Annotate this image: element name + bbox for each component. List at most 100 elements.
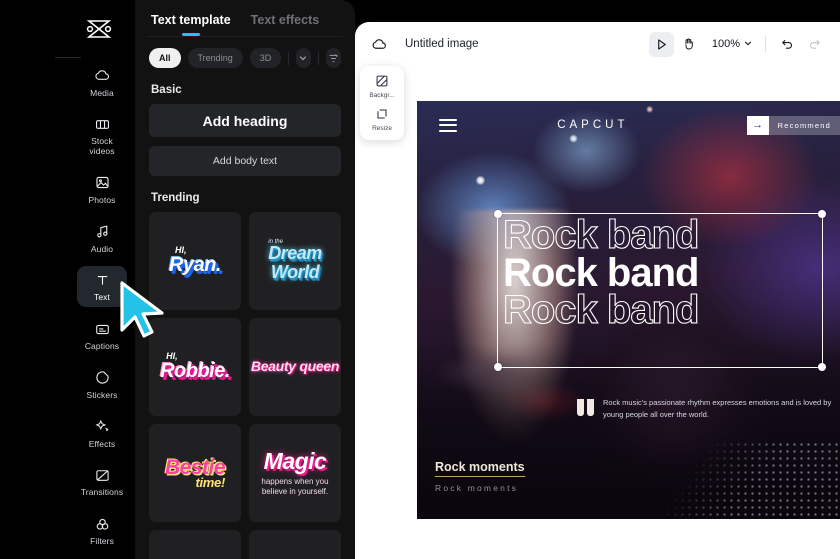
mouse-cursor (120, 281, 164, 338)
canvas-footer: Rock moments Rock moments (435, 458, 525, 493)
resize-handle-top-left[interactable] (494, 210, 502, 218)
cursor-arrow-icon[interactable] (648, 31, 674, 57)
sidebar-item-label: Audio (90, 243, 114, 254)
sidebar-item-label: Stock videos (89, 136, 115, 157)
footer-subtitle: Rock moments (435, 483, 519, 493)
toolbar-right-group: 100% (648, 31, 827, 57)
floating-canvas-tools: Backgr... Resize (360, 66, 404, 140)
selection-frame[interactable] (494, 210, 826, 371)
canvas-area: CAPCUT → Recommend Rock band Rock band R… (355, 66, 840, 559)
add-heading-button[interactable]: Add heading (149, 104, 341, 137)
template-text: Ryan. (169, 254, 221, 277)
zoom-control[interactable]: 100% (712, 35, 753, 53)
effects-sparkle-icon (93, 418, 111, 436)
recommend-cta[interactable]: → Recommend (746, 115, 840, 135)
zoom-value: 100% (711, 38, 740, 50)
arrow-right-icon: → (746, 115, 769, 135)
photos-icon (93, 174, 111, 192)
editor-toolbar: Untitled image 100% (355, 22, 840, 66)
template-card-bestie-time[interactable]: Bestie time! (149, 424, 241, 522)
sidebar-item-label: Stickers (86, 389, 118, 400)
template-text: Beauty queen (250, 357, 340, 374)
editor-pane: Untitled image 100% Backgr... Resize CAP… (355, 22, 840, 559)
sidebar-item-label: Captions (84, 341, 120, 352)
resize-handle-bottom-right[interactable] (818, 363, 826, 371)
template-grid: HI, Ryan. in the Dream World HI, Robbie. (135, 212, 355, 559)
chip-all[interactable]: All (149, 48, 181, 68)
rail-divider (55, 56, 81, 58)
chip-trending[interactable]: Trending (187, 48, 243, 68)
footer-title: Rock moments (435, 460, 525, 477)
chip-divider (318, 51, 319, 65)
design-canvas[interactable]: CAPCUT → Recommend Rock band Rock band R… (417, 101, 840, 519)
text-t-icon (93, 271, 111, 289)
sidebar-item-label: Photos (88, 194, 116, 205)
redo-arrow-icon[interactable] (802, 32, 827, 57)
filters-icon (93, 515, 111, 533)
canvas-brand: CAPCUT (557, 119, 629, 131)
quotation-mark-icon (577, 399, 594, 416)
stock-videos-icon (93, 115, 111, 133)
sidebar-item-stock-videos[interactable]: Stock videos (77, 110, 127, 161)
tab-text-template[interactable]: Text template (151, 13, 231, 36)
sidebar-item-effects[interactable]: Effects (77, 413, 127, 454)
halftone-dot-pattern (630, 441, 840, 519)
captions-icon (93, 320, 111, 338)
panel-tabs: Text template Text effects (135, 0, 355, 36)
sidebar-item-label: Effects (88, 438, 116, 449)
sidebar-item-transitions[interactable]: Transitions (77, 461, 127, 502)
capcut-logo-icon[interactable] (71, 8, 127, 51)
quote-text: Rock music's passionate rhythm expresses… (603, 398, 832, 419)
audio-note-icon (93, 223, 111, 241)
transitions-icon (93, 466, 111, 484)
sidebar-item-filters[interactable]: Filters (77, 510, 127, 551)
canvas-header: CAPCUT → Recommend (417, 101, 840, 149)
resize-handle-top-right[interactable] (818, 210, 826, 218)
hand-pan-icon[interactable] (677, 32, 702, 57)
undo-arrow-icon[interactable] (774, 32, 799, 57)
sidebar-item-label: Filters (90, 536, 114, 547)
template-card-magic[interactable]: Magic happens when you believe in yourse… (249, 424, 341, 522)
chevron-down-icon (743, 35, 753, 53)
chip-divider (288, 51, 289, 65)
sidebar-item-audio[interactable]: Audio (77, 218, 127, 259)
sidebar-item-label: Text (94, 292, 110, 303)
resize-tool-button[interactable]: Resize (360, 106, 404, 132)
resize-handle-bottom-left[interactable] (494, 363, 502, 371)
template-card-beauty-queen[interactable]: Beauty queen (249, 318, 341, 416)
canvas-quote-block: Rock music's passionate rhythm expresses… (577, 397, 840, 420)
section-title-basic: Basic (151, 84, 182, 96)
template-text: Robbie. (160, 360, 230, 383)
rail-items: Media Stock videos Photos Audio Text Cap… (0, 62, 127, 559)
filter-icon[interactable] (325, 48, 341, 68)
cloud-media-icon (93, 67, 111, 85)
template-line-2: World (270, 262, 320, 282)
background-tool-button[interactable]: Backgr... (360, 73, 404, 99)
tool-label: Resize (372, 125, 392, 132)
background-icon (374, 73, 390, 89)
sidebar-item-photos[interactable]: Photos (77, 169, 127, 210)
template-card-partial-left[interactable] (149, 530, 241, 559)
tab-text-effects[interactable]: Text effects (251, 13, 320, 36)
cloud-save-icon[interactable] (371, 35, 389, 53)
tool-label: Backgr... (369, 92, 395, 99)
document-title[interactable]: Untitled image (405, 38, 479, 50)
chip-3d[interactable]: 3D (249, 48, 282, 68)
cta-label: Recommend (768, 115, 840, 135)
filter-chip-row: All Trending 3D (135, 37, 355, 68)
template-card-dream-world[interactable]: in the Dream World (249, 212, 341, 310)
capcut-editor-window: Media Stock videos Photos Audio Text Cap… (0, 0, 840, 559)
sidebar-item-stickers[interactable]: Stickers (77, 364, 127, 405)
stickers-icon (93, 369, 111, 387)
add-body-text-button[interactable]: Add body text (149, 146, 341, 176)
chevron-down-icon[interactable] (295, 48, 312, 68)
template-subtext: happens when you believe in yourself. (261, 476, 329, 496)
template-card-partial-right[interactable] (249, 530, 341, 559)
template-line-1: Magic (263, 448, 327, 475)
sidebar-item-media[interactable]: Media (77, 62, 127, 103)
sidebar-item-label: Media (90, 87, 114, 98)
toolbar-divider (765, 36, 766, 52)
sidebar-item-label: Transitions (80, 487, 124, 498)
left-tool-rail: Media Stock videos Photos Audio Text Cap… (0, 0, 135, 559)
resize-icon (374, 106, 390, 122)
